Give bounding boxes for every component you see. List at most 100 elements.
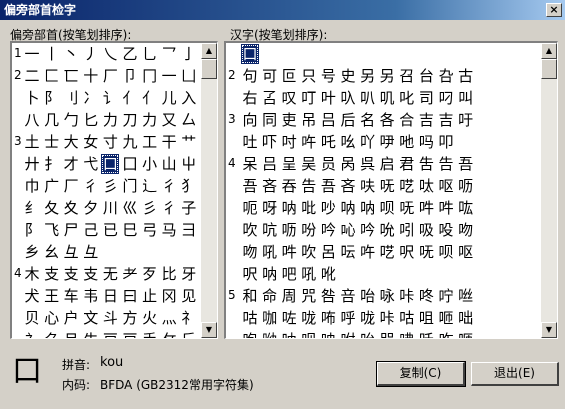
- radical-cell[interactable]: 匚: [43, 66, 61, 86]
- char-cell[interactable]: 咏: [378, 286, 396, 306]
- radical-cell[interactable]: 木: [23, 264, 41, 284]
- char-cell[interactable]: 另: [378, 66, 396, 86]
- char-cell[interactable]: 命: [261, 286, 279, 306]
- radical-cell[interactable]: 力: [141, 110, 159, 130]
- char-cell[interactable]: 吮: [378, 220, 396, 240]
- char-cell[interactable]: 叶: [319, 88, 337, 108]
- char-cell[interactable]: 咈: [398, 330, 416, 338]
- radical-cell[interactable]: 方: [121, 308, 139, 328]
- char-cell[interactable]: 呒: [378, 176, 396, 196]
- char-cell[interactable]: 呍: [339, 242, 357, 262]
- char-cell[interactable]: 呗: [300, 330, 318, 338]
- char-cell[interactable]: 咔: [398, 286, 416, 306]
- char-cell[interactable]: 咐: [339, 330, 357, 338]
- radical-cell[interactable]: 乙: [121, 44, 139, 64]
- char-cell[interactable]: 吹: [241, 220, 259, 240]
- radical-cell[interactable]: 贝: [23, 308, 41, 328]
- radical-cell[interactable]: 卩: [121, 66, 139, 86]
- radical-cell[interactable]: 夕: [82, 198, 100, 218]
- radical-cell[interactable]: 女: [82, 132, 100, 152]
- char-cell[interactable]: 呐: [359, 198, 377, 218]
- char-cell[interactable]: 和: [241, 286, 259, 306]
- char-cell[interactable]: 呓: [378, 242, 396, 262]
- char-cell[interactable]: 吽: [437, 198, 455, 218]
- radical-cell[interactable]: 冂: [141, 66, 159, 86]
- radical-cell[interactable]: 匸: [62, 66, 80, 86]
- char-cell[interactable]: 吔: [398, 132, 416, 152]
- char-cell[interactable]: 告: [437, 154, 455, 174]
- char-cell[interactable]: 吋: [280, 132, 298, 152]
- char-cell[interactable]: 咂: [457, 330, 475, 338]
- char-cell[interactable]: 叫: [457, 88, 475, 108]
- char-cell[interactable]: 吽: [280, 242, 298, 262]
- char-cell[interactable]: 吭: [261, 220, 279, 240]
- radical-cell[interactable]: 斤: [180, 330, 198, 338]
- char-cell[interactable]: 呐: [280, 330, 298, 338]
- radical-cell[interactable]: 文: [82, 308, 100, 328]
- char-cell[interactable]: 咛: [437, 286, 455, 306]
- radical-cell[interactable]: 门: [121, 176, 139, 196]
- radical-cell[interactable]: 川: [101, 198, 119, 218]
- char-cell[interactable]: 咕: [398, 308, 416, 328]
- char-cell[interactable]: 只: [300, 66, 318, 86]
- radical-cell[interactable]: 户: [62, 308, 80, 328]
- char-cell[interactable]: 咅: [339, 286, 357, 306]
- radical-cell[interactable]: 牙: [180, 264, 198, 284]
- radical-cell[interactable]: 山: [160, 154, 178, 174]
- char-cell[interactable]: 吖: [359, 132, 377, 152]
- char-cell[interactable]: 史: [339, 66, 357, 86]
- radical-cell[interactable]: 飞: [43, 220, 61, 240]
- char-cell[interactable]: 咗: [280, 308, 298, 328]
- char-cell[interactable]: 呎: [398, 242, 416, 262]
- radical-cell[interactable]: 几: [43, 110, 61, 130]
- radical-cell[interactable]: 刂: [62, 88, 80, 108]
- char-cell[interactable]: 吾: [241, 176, 259, 196]
- char-cell[interactable]: 呒: [398, 198, 416, 218]
- radical-cell[interactable]: 丨: [43, 44, 61, 64]
- char-cell[interactable]: 可: [261, 66, 279, 86]
- char-cell[interactable]: 吞: [280, 176, 298, 196]
- char-cell[interactable]: 呓: [398, 176, 416, 196]
- radical-cell[interactable]: 彳: [160, 198, 178, 218]
- char-cell[interactable]: 咔: [378, 308, 396, 328]
- radical-cell[interactable]: 见: [180, 286, 198, 306]
- char-cell[interactable]: 呙: [339, 154, 357, 174]
- char-cell[interactable]: 咎: [319, 286, 337, 306]
- radical-cell[interactable]: 韦: [82, 286, 100, 306]
- char-cell[interactable]: 呀: [261, 198, 279, 218]
- char-cell[interactable]: 吼: [300, 264, 318, 284]
- radical-cell[interactable]: 勹: [62, 110, 80, 130]
- char-cell[interactable]: 叺: [339, 88, 357, 108]
- char-cell[interactable]: 呖: [457, 176, 475, 196]
- char-cell[interactable]: 叩: [437, 132, 455, 152]
- radical-cell[interactable]: 攵: [160, 330, 178, 338]
- radical-cell[interactable]: 乡: [23, 242, 41, 262]
- radical-cell[interactable]: 心: [43, 308, 61, 328]
- char-cell[interactable]: 咄: [457, 308, 475, 328]
- char-cell[interactable]: 呃: [241, 198, 259, 218]
- char-cell[interactable]: 君: [398, 154, 416, 174]
- radical-cell[interactable]: 才: [62, 154, 80, 174]
- radical-cell[interactable]: 灬: [160, 308, 178, 328]
- char-cell[interactable]: 呎: [241, 264, 259, 284]
- char-cell[interactable]: 叴: [437, 66, 455, 86]
- char-cell[interactable]: 呖: [280, 220, 298, 240]
- char-cell[interactable]: 句: [241, 66, 259, 86]
- radical-cell[interactable]: 耂: [121, 264, 139, 284]
- scroll-up-arrow[interactable]: ▲: [201, 43, 217, 59]
- char-cell[interactable]: 吕: [261, 154, 279, 174]
- char-cell[interactable]: 吝: [261, 176, 279, 196]
- char-cell[interactable]: 吡: [300, 198, 318, 218]
- char-cell[interactable]: 吝: [339, 176, 357, 196]
- radical-cell[interactable]: 冫: [82, 88, 100, 108]
- char-cell[interactable]: 员: [319, 154, 337, 174]
- radical-cell[interactable]: 曰: [121, 286, 139, 306]
- radical-cell[interactable]: 士: [43, 132, 61, 152]
- char-cell[interactable]: 呐: [280, 198, 298, 218]
- radical-cell[interactable]: 乚: [141, 44, 159, 64]
- radical-cell[interactable]: 夊: [62, 198, 80, 218]
- char-cell[interactable]: 咉: [319, 330, 337, 338]
- char-cell[interactable]: 吁: [457, 110, 475, 130]
- char-cell[interactable]: 吟: [319, 220, 337, 240]
- radical-cell[interactable]: 卜: [23, 88, 41, 108]
